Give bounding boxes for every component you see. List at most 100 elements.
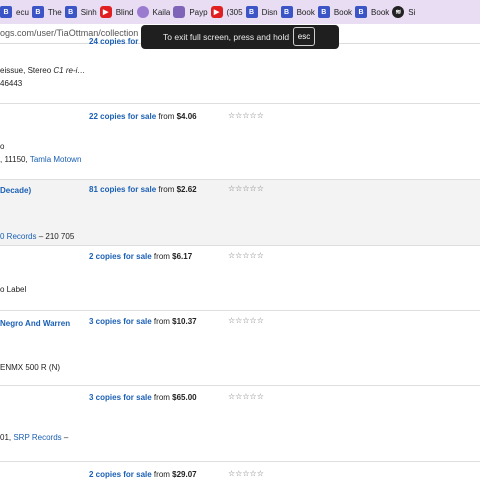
marketplace-info: 3 copies for sale from $65.00 — [89, 393, 197, 402]
browser-tab[interactable]: ≋ Si — [392, 0, 418, 24]
release-text: 46443 — [0, 79, 23, 88]
marketplace-info: 3 copies for sale from $10.37 — [89, 317, 197, 326]
from-label: from — [151, 317, 173, 326]
tab-label: Payp — [189, 7, 208, 17]
browser-tab[interactable]: ▶ Blind — [99, 0, 137, 24]
collection-row: o , 11150, Tamla Motown 22 copies for sale… — [0, 103, 480, 179]
esc-key-badge: esc — [293, 27, 315, 46]
youtube-icon: ▶ — [99, 6, 112, 18]
copies-for-sale-link[interactable]: 22 copies for sale — [89, 112, 156, 121]
from-label: from — [156, 112, 177, 121]
release-text: 01, — [0, 433, 14, 442]
browser-tab[interactable]: Payp — [173, 0, 210, 24]
globe-icon — [136, 6, 149, 18]
from-label: from — [151, 470, 173, 479]
release-detail-line: eissue, Stereo C1 re-i… — [0, 66, 85, 75]
copies-for-sale-link[interactable]: 81 copies for sale — [89, 185, 156, 194]
lowest-price: $65.00 — [172, 393, 197, 402]
release-text: o — [0, 142, 5, 151]
tab-label: Sinh — [80, 7, 97, 17]
browser-tab[interactable]: Kaila — [136, 0, 174, 24]
lowest-price: $6.17 — [172, 252, 193, 261]
tab-label: Blind — [115, 7, 134, 17]
b-icon: B — [245, 6, 258, 18]
browser-tab[interactable]: B Book — [317, 0, 355, 24]
lowest-price: $2.62 — [176, 185, 197, 194]
browser-tab[interactable]: B Book — [280, 0, 318, 24]
browser-tab[interactable]: B Book — [355, 0, 392, 24]
lowest-price: $29.07 — [172, 470, 197, 479]
rating-stars[interactable]: ☆☆☆☆☆ — [228, 111, 264, 120]
release-detail-line: , 11150, Tamla Motown — [0, 155, 81, 164]
release-detail-line: 46443 — [0, 79, 22, 88]
b-icon: B — [280, 6, 293, 18]
label-link[interactable]: 0 Records — [0, 232, 36, 241]
browser-tab[interactable]: B Disn — [245, 0, 281, 24]
tab-label: Book — [333, 7, 353, 17]
copies-for-sale-link[interactable]: 2 copies for sale — [89, 470, 152, 479]
label-link[interactable]: SRP Records — [13, 433, 61, 442]
rating-stars[interactable]: ☆☆☆☆☆ — [228, 316, 264, 325]
release-text: eissue, Stereo — [0, 66, 54, 75]
tab-label: ecu — [16, 7, 29, 17]
b-icon: B — [355, 6, 368, 18]
rating-stars[interactable]: ☆☆☆☆☆ — [228, 184, 264, 193]
release-detail-line: 0 Records – 210 705 — [0, 232, 74, 241]
release-detail-line: ENMX 500 R (N) — [0, 363, 60, 372]
tab-label: (305 — [226, 7, 243, 17]
release-detail-line: o Label — [0, 285, 26, 294]
from-label: from — [156, 185, 177, 194]
secure-icon: B — [0, 6, 12, 18]
release-detail-line: 01, SRP Records – — [0, 433, 68, 442]
rating-stars[interactable]: ☆☆☆☆☆ — [228, 392, 264, 401]
browser-tab-strip: Becu B The B Sinh ▶ Blind Kaila Payp ▶ (305 B Disn B… — [0, 0, 480, 24]
browser-tab[interactable]: Becu — [0, 0, 32, 24]
collection-row: 2 copies for sale from $29.07 ☆☆☆☆☆ — [0, 461, 480, 491]
rating-stars[interactable]: ☆☆☆☆☆ — [228, 251, 264, 260]
release-text: , 11150, — [0, 155, 30, 164]
collection-row: Negro And Warren ENMX 500 R (N) 3 copies f… — [0, 310, 480, 385]
collection-row: Decade) 0 Records – 210 705 81 copies for … — [0, 179, 480, 245]
tab-label: Book — [296, 7, 315, 17]
release-text: ENMX 500 R (N) — [0, 363, 61, 372]
tab-label: Si — [408, 7, 416, 17]
release-title-link[interactable]: Negro And Warren — [0, 319, 70, 328]
marketplace-info: 2 copies for sale from $29.07 — [89, 470, 197, 479]
toast-message: To exit full screen, press and hold — [163, 32, 290, 42]
copies-for-sale-link[interactable]: 3 copies for sale — [89, 317, 152, 326]
release-detail-line: Decade) — [0, 186, 31, 195]
lowest-price: $10.37 — [172, 317, 197, 326]
from-label: from — [151, 393, 173, 402]
marketplace-info: 81 copies for sale from $2.62 — [89, 185, 197, 194]
paypal-icon — [173, 6, 186, 18]
release-note: C1 re-i… — [53, 66, 86, 75]
collection-row: o Label 2 copies for sale from $6.17 ☆☆☆☆☆ — [0, 245, 480, 310]
release-title-link[interactable]: Decade) — [0, 186, 31, 195]
lowest-price: $4.06 — [176, 112, 197, 121]
release-detail-line: o — [0, 142, 4, 151]
b-icon: B — [317, 6, 330, 18]
marketplace-info: 2 copies for sale from $6.17 — [89, 252, 192, 261]
b-icon: B — [64, 6, 77, 18]
collection-list: eissue, Stereo C1 re-i… 46443 24 copies fo… — [0, 36, 480, 480]
browser-tab[interactable]: B Sinh — [64, 0, 100, 24]
tab-label: Disn — [261, 7, 278, 17]
tab-label: Kaila — [152, 7, 171, 17]
label-link[interactable]: Tamla Motown — [30, 155, 82, 164]
tab-label: Book — [371, 7, 390, 17]
youtube-icon: ▶ — [210, 6, 223, 18]
release-text: – 210 705 — [36, 232, 75, 241]
fullscreen-exit-toast: To exit full screen, press and hold esc — [141, 25, 339, 49]
tab-label: The — [47, 7, 62, 17]
marketplace-info: 22 copies for sale from $4.06 — [89, 112, 197, 121]
rating-stars[interactable]: ☆☆☆☆☆ — [228, 469, 264, 478]
release-text: – — [61, 433, 69, 442]
collection-row: 01, SRP Records – 3 copies for sale from … — [0, 385, 480, 461]
browser-tab[interactable]: ▶ (305 — [210, 0, 246, 24]
from-label: from — [151, 252, 173, 261]
b-icon: B — [31, 6, 44, 18]
copies-for-sale-link[interactable]: 3 copies for sale — [89, 393, 152, 402]
browser-tab[interactable]: B The — [31, 0, 65, 24]
copies-for-sale-link[interactable]: 2 copies for sale — [89, 252, 152, 261]
spotify-icon: ≋ — [392, 6, 405, 18]
